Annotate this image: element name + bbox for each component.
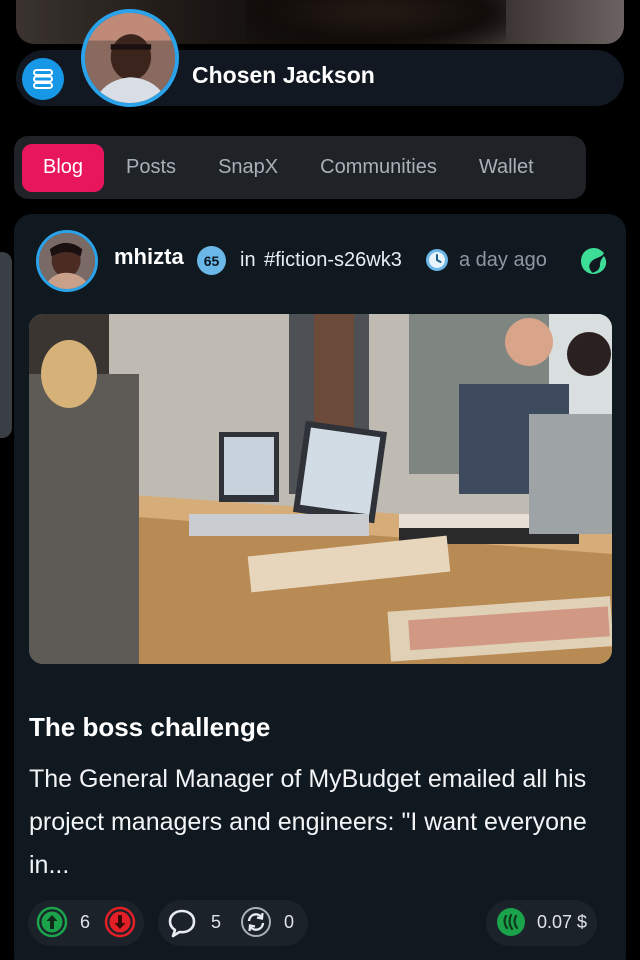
resteem-icon[interactable]	[240, 906, 272, 938]
post-image[interactable]	[29, 314, 612, 664]
post-photo	[29, 314, 612, 664]
side-drawer-handle[interactable]	[0, 252, 12, 438]
author-avatar[interactable]	[36, 230, 98, 292]
post-excerpt[interactable]: The General Manager of MyBudget emailed …	[29, 758, 619, 887]
steem-coin-icon	[497, 908, 525, 936]
community-link[interactable]: #fiction-s26wk3	[264, 249, 402, 272]
tab-communities[interactable]: Communities	[299, 144, 458, 192]
author-name[interactable]: mhizta	[114, 244, 184, 270]
downvote-icon[interactable]	[104, 906, 136, 938]
post-time: a day ago	[459, 249, 547, 271]
menu-button[interactable]	[22, 58, 64, 100]
resteem-count: 0	[284, 912, 295, 932]
menu-icon	[33, 69, 53, 89]
profile-username: Chosen Jackson	[192, 62, 375, 88]
author-photo	[39, 233, 95, 289]
profile-avatar[interactable]	[81, 9, 179, 107]
tab-wallet[interactable]: Wallet	[458, 144, 555, 192]
tab-posts[interactable]: Posts	[105, 144, 197, 192]
tab-blog[interactable]: Blog	[22, 143, 105, 192]
comment-count: 5	[211, 912, 222, 932]
profile-photo	[85, 13, 175, 103]
upvote-count: 6	[80, 912, 91, 932]
comment-icon[interactable]	[167, 908, 197, 938]
payout-value[interactable]: 0.07 $	[537, 912, 587, 933]
post-title[interactable]: The boss challenge	[29, 712, 270, 743]
reputation-badge: 65	[197, 246, 226, 275]
in-label: in	[240, 249, 256, 271]
tab-snapx[interactable]: SnapX	[197, 144, 299, 192]
upvote-icon[interactable]	[36, 906, 68, 938]
steem-logo-icon[interactable]	[578, 246, 610, 276]
profile-tabs: Blog Posts SnapX Communities Wallet	[14, 136, 586, 199]
clock-icon	[426, 249, 448, 271]
